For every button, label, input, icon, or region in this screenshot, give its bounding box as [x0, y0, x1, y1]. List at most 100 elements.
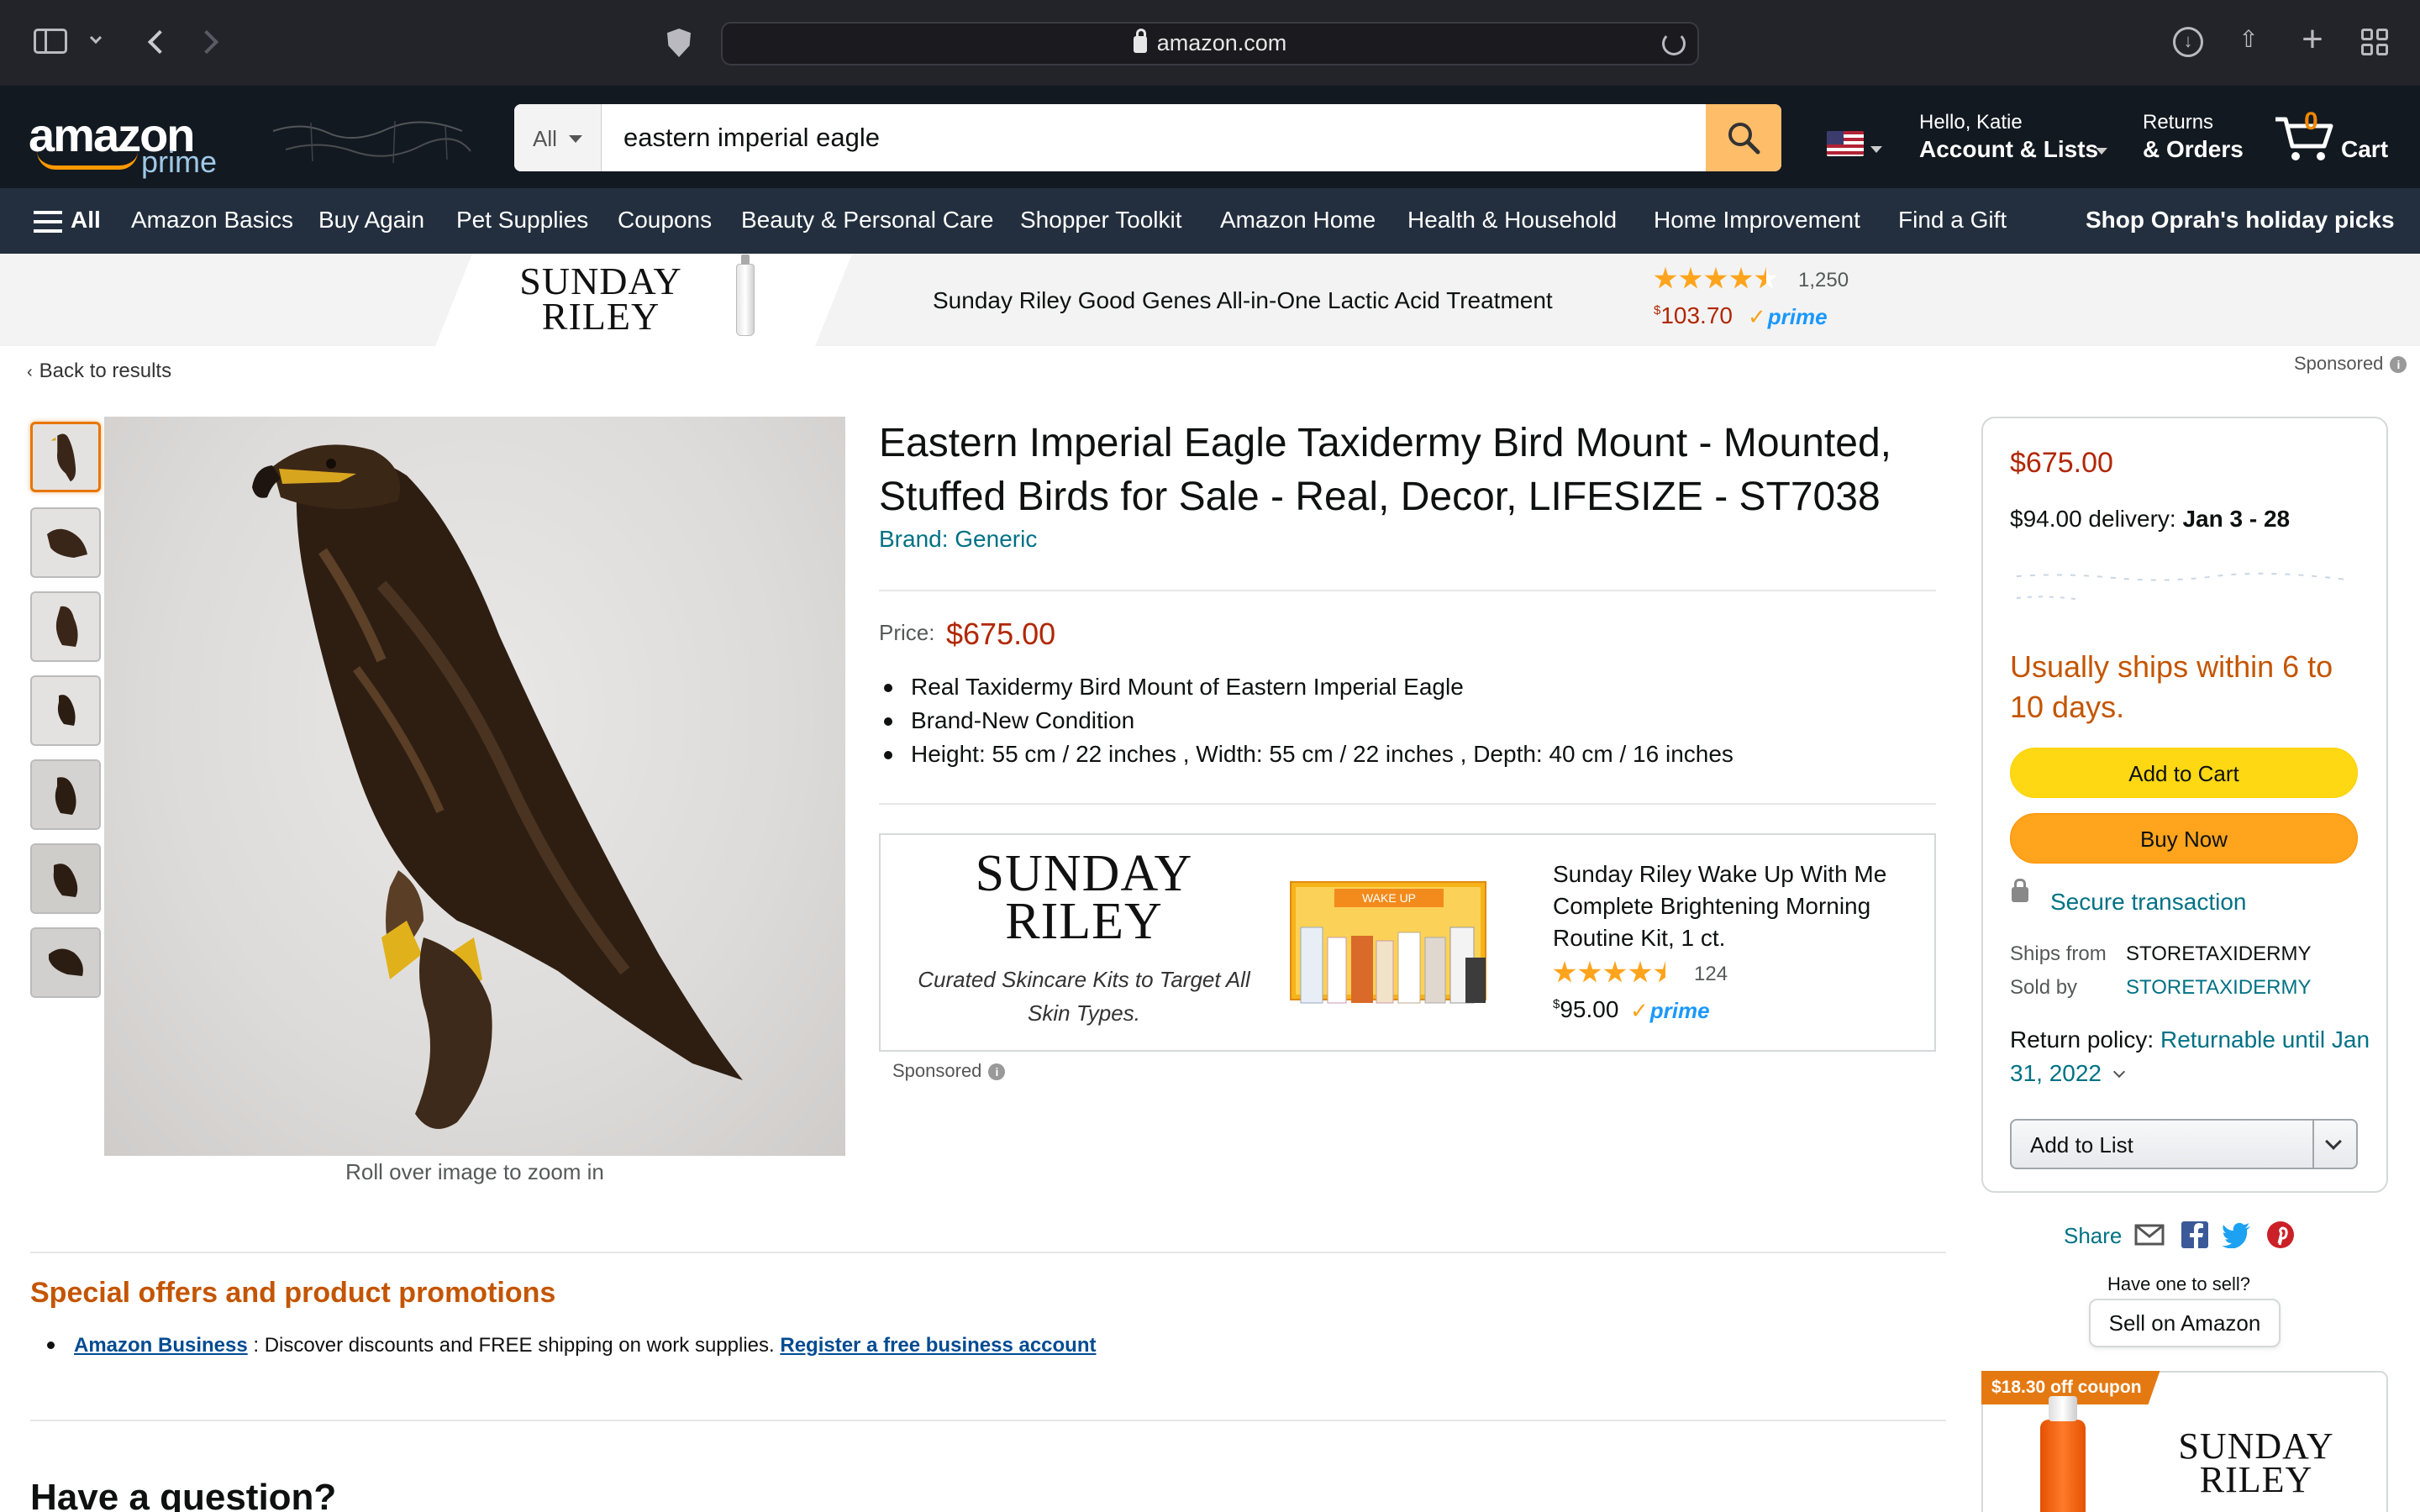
buy-now-button[interactable]: Buy Now: [2010, 813, 2358, 864]
amazon-prime-logo[interactable]: amazon prime: [29, 108, 230, 179]
account-greeting[interactable]: Hello, Katie: [1919, 111, 2023, 134]
add-to-list-label[interactable]: Add to List: [2030, 1132, 2133, 1158]
back-to-results-link[interactable]: ‹ Back to results: [27, 360, 171, 383]
star-icon: [1679, 267, 1702, 289]
sell-on-amazon-button[interactable]: Sell on Amazon: [2089, 1299, 2281, 1347]
ad-price: $95.00: [1553, 996, 1618, 1023]
add-to-cart-button[interactable]: Add to Cart: [2010, 748, 2358, 798]
banner-price-value: 103.70: [1660, 302, 1733, 328]
divider: [879, 590, 1936, 591]
search-button[interactable]: [1706, 104, 1781, 171]
zoom-hint: Roll over image to zoom in: [345, 1159, 604, 1184]
chevron-down-icon[interactable]: [87, 31, 104, 50]
hamburger-icon[interactable]: [34, 211, 62, 233]
nav-link-amazon-basics[interactable]: Amazon Basics: [131, 207, 293, 234]
banner-rating-stars[interactable]: [1654, 267, 1778, 291]
nav-link-buy-again[interactable]: Buy Again: [318, 207, 424, 234]
share-label[interactable]: Share: [2064, 1223, 2122, 1249]
thumbnail-3[interactable]: [30, 591, 101, 662]
banner-brand-logo[interactable]: SUNDAY RILEY: [504, 261, 697, 336]
banner-product-image[interactable]: [736, 255, 755, 336]
offers-heading: Special offers and product promotions: [30, 1277, 556, 1309]
nav-link-pet-supplies[interactable]: Pet Supplies: [456, 207, 588, 234]
thumbnail-2[interactable]: [30, 507, 101, 578]
share-icon[interactable]: ⇧: [2235, 25, 2262, 59]
twitter-icon[interactable]: [2222, 1221, 2252, 1248]
feature-bullet: Real Taxidermy Bird Mount of Eastern Imp…: [879, 670, 1733, 704]
tabs-grid-icon[interactable]: [2361, 29, 2388, 55]
seller-link[interactable]: STORETAXIDERMY: [2126, 976, 2311, 1000]
coupon-brand-line2: RILEY: [2199, 1459, 2313, 1501]
thumbnail-4[interactable]: [30, 675, 101, 746]
prime-badge: ✓prime: [1630, 998, 1710, 1024]
check-icon: ✓: [1630, 998, 1649, 1023]
thumbnail-6[interactable]: [30, 843, 101, 914]
banner-rating-count[interactable]: 1,250: [1798, 269, 1849, 292]
caret-down-icon[interactable]: [1870, 146, 1882, 153]
divider: [30, 1420, 1946, 1421]
pinterest-icon[interactable]: [2265, 1221, 2296, 1248]
nav-link-find-a-gift[interactable]: Find a Gift: [1898, 207, 2007, 234]
ad-brand-logo[interactable]: SUNDAY RILEY: [941, 848, 1227, 948]
ad-rating-stars[interactable]: [1553, 961, 1677, 984]
ad-tagline[interactable]: Curated Skincare Kits to Target All Skin…: [908, 963, 1260, 1030]
address-bar[interactable]: amazon.com: [721, 22, 1699, 66]
sponsored-label[interactable]: Sponsored i: [892, 1060, 1006, 1082]
thumbnail-7[interactable]: [30, 927, 101, 998]
nav-link-shopper-toolkit[interactable]: Shopper Toolkit: [1020, 207, 1182, 234]
coupon-brand-logo[interactable]: SUNDAY RILEY: [2160, 1427, 2353, 1501]
sponsored-label[interactable]: Sponsored i: [2294, 353, 2407, 375]
account-lists-link[interactable]: Account & Lists: [1919, 136, 2098, 163]
caret-down-icon[interactable]: [2096, 148, 2107, 155]
chevron-down-icon[interactable]: [2112, 1065, 2126, 1079]
secure-transaction-link[interactable]: Secure transaction: [2050, 889, 2246, 916]
sponsored-text: Sponsored: [2294, 353, 2384, 374]
star-half-icon: [1754, 267, 1778, 289]
feature-bullet: Height: 55 cm / 22 inches , Width: 55 cm…: [879, 738, 1733, 771]
returns-label[interactable]: Returns: [2143, 111, 2213, 134]
thumbnail-5[interactable]: [30, 759, 101, 830]
orders-link[interactable]: & Orders: [2143, 136, 2244, 163]
nav-link-coupons[interactable]: Coupons: [618, 207, 712, 234]
nav-promo-link[interactable]: Shop Oprah's holiday picks: [2086, 207, 2395, 234]
nav-all[interactable]: All: [71, 207, 101, 234]
prime-badge: ✓prime: [1748, 304, 1828, 330]
eagle-thumbnail-image: [32, 845, 99, 912]
nav-link-health-household[interactable]: Health & Household: [1407, 207, 1617, 234]
facebook-icon[interactable]: [2180, 1221, 2210, 1248]
plus-icon[interactable]: +: [2297, 21, 2328, 58]
brand-link[interactable]: Brand: Generic: [879, 526, 1037, 553]
sidebar-icon[interactable]: [34, 29, 67, 54]
email-icon[interactable]: [2134, 1221, 2165, 1248]
reload-icon[interactable]: [1662, 32, 1686, 55]
ad-rating-count[interactable]: 124: [1694, 963, 1728, 986]
ad-product-image[interactable]: WAKE UP: [1284, 877, 1494, 1011]
download-icon[interactable]: ↓: [2173, 27, 2203, 57]
delivery-estimate: $94.00 delivery: Jan 3 - 28: [2010, 506, 2290, 533]
us-flag-icon[interactable]: [1827, 131, 1864, 156]
info-icon: i: [2390, 356, 2407, 373]
buybox-price: $675.00: [2010, 447, 2113, 479]
product-main-image[interactable]: [104, 417, 845, 1156]
cart-label[interactable]: Cart: [2341, 136, 2388, 163]
thumbnail-1[interactable]: [30, 422, 101, 492]
coupon-product-image[interactable]: [2040, 1396, 2086, 1512]
back-icon[interactable]: [143, 29, 172, 57]
redacted-location: [272, 120, 471, 164]
search-input[interactable]: [602, 104, 1702, 171]
eagle-thumbnail-image: [57, 695, 76, 726]
nav-link-home-improvement[interactable]: Home Improvement: [1654, 207, 1860, 234]
eagle-thumbnail-image: [32, 761, 99, 828]
nav-link-beauty[interactable]: Beauty & Personal Care: [741, 207, 993, 234]
cart-count[interactable]: 0: [2304, 108, 2318, 136]
divider: [30, 1252, 1946, 1253]
amazon-business-link[interactable]: Amazon Business: [74, 1334, 248, 1357]
search-category-dropdown[interactable]: All: [514, 104, 602, 171]
forward-icon[interactable]: [194, 29, 224, 57]
ad-product-title[interactable]: Sunday Riley Wake Up With Me Complete Br…: [1553, 858, 1906, 954]
register-business-link[interactable]: Register a free business account: [780, 1334, 1096, 1357]
feature-bullet: Brand-New Condition: [879, 704, 1733, 738]
banner-product-title[interactable]: Sunday Riley Good Genes All-in-One Lacti…: [933, 287, 1553, 314]
nav-link-amazon-home[interactable]: Amazon Home: [1220, 207, 1376, 234]
shield-icon[interactable]: [667, 29, 691, 57]
